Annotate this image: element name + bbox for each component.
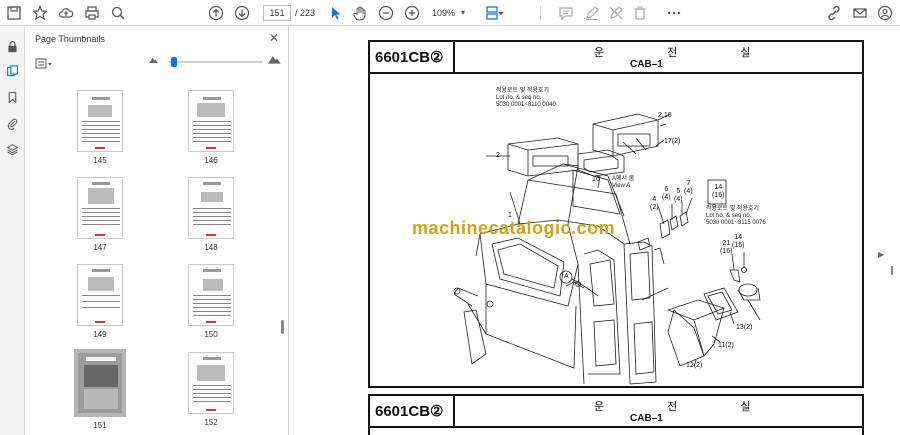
callout-2: 2 (496, 152, 500, 159)
thumbnail-label: 148 (204, 243, 218, 252)
pdf-viewer: 151 / 223 109% ▾ Page Thumbnails ✕ 145 1… (0, 0, 900, 435)
thumbnail-label: 149 (93, 330, 107, 339)
thumbnail-list: 145 146 147 148 149 150 151 152 (25, 88, 289, 435)
lock-icon[interactable] (4, 38, 21, 55)
callout-4-2: 4 (2) (650, 196, 659, 211)
callout-11-2: 11(2) (718, 342, 734, 349)
section-title-korean-next: 운 전 실 (594, 401, 781, 413)
more-options-icon[interactable] (664, 3, 684, 23)
callout-2-18: 2,18 (658, 112, 672, 119)
callout-a: A (564, 273, 569, 280)
document-scrollbar[interactable] (886, 26, 898, 435)
thumbnail-page[interactable]: 152 (188, 352, 236, 427)
page-thumbnails-panel: Page Thumbnails ✕ 145 146 147 148 149 15… (25, 26, 289, 435)
close-icon[interactable]: ✕ (269, 31, 279, 45)
callout-16: 16 (592, 176, 600, 183)
document-page: 6601CB② 운 전 실 CAB–1 적용로트 및 적용호기 Lot no. … (368, 40, 864, 435)
link-edit-icon[interactable] (824, 3, 844, 23)
collapse-panel-right-icon[interactable]: ▶ (878, 250, 884, 259)
delete-trash-icon[interactable] (630, 3, 650, 23)
callout-6-4: 6 (4) (662, 186, 671, 201)
thumbnail-page-selected[interactable]: 151 (74, 349, 126, 430)
thumbnail-page[interactable]: 147 (77, 177, 125, 252)
thumbnail-page[interactable]: 150 (188, 264, 236, 339)
thumbnail-page[interactable]: 146 (188, 90, 236, 165)
mountain-small-icon[interactable] (149, 56, 158, 65)
thumbnail-label: 145 (93, 156, 107, 165)
page-total-label: / 223 (295, 8, 316, 18)
lot-note-2: 적용로트 및 적용호기 Lot no. & seq no. 5030 0001~… (706, 206, 766, 226)
scrollbar-thumb[interactable] (891, 266, 893, 275)
attachments-paperclip-icon[interactable] (4, 115, 21, 132)
document-view: 6601CB② 운 전 실 CAB–1 적용로트 및 적용호기 Lot no. … (290, 26, 900, 435)
section-title-korean: 운 전 실 (594, 47, 781, 59)
thumbnail-size-slider[interactable] (169, 61, 263, 63)
lot-note-1: 적용로트 및 적용호기 Lot no. & seq no. 5030 0001~… (496, 88, 556, 108)
callout-5-4: 5 (4) (674, 188, 683, 203)
print-icon[interactable] (82, 3, 102, 23)
view-a-label: A에서 봄 View A (612, 176, 635, 189)
callout-17-2: 17(2) (664, 138, 681, 145)
zoom-level-dropdown[interactable]: 109% (432, 5, 474, 21)
thumbnail-scrollbar[interactable] (281, 88, 285, 418)
thumbnail-label: 150 (204, 330, 218, 339)
page-thumbnails-icon[interactable] (4, 63, 21, 80)
chevron-down-icon[interactable] (496, 3, 506, 23)
layers-icon[interactable] (4, 141, 21, 158)
thumbnail-page[interactable]: 145 (77, 90, 125, 165)
save-icon[interactable] (4, 3, 24, 23)
highlight-pen-icon[interactable] (582, 3, 602, 23)
part-code-next: 6601CB② (375, 403, 444, 420)
zoom-out-icon[interactable] (376, 3, 396, 23)
section-title-english-next: CAB–1 (630, 413, 663, 424)
panel-title: Page Thumbnails (35, 34, 105, 44)
toolbar-divider (540, 6, 541, 20)
thumbnail-page[interactable]: 148 (188, 177, 236, 252)
page-number-input[interactable]: 151 (263, 5, 291, 21)
thumbnail-options-icon[interactable] (35, 57, 53, 70)
left-navigation-rail (0, 26, 25, 435)
comment-icon[interactable] (556, 3, 576, 23)
chevron-down-icon[interactable]: ▾ (461, 5, 465, 21)
mountain-large-icon[interactable] (268, 54, 281, 66)
account-user-icon[interactable] (875, 3, 895, 23)
zoom-in-icon[interactable] (402, 3, 422, 23)
thumbnail-label: 146 (204, 156, 218, 165)
select-cursor-icon[interactable] (326, 3, 346, 23)
bookmarks-icon[interactable] (4, 89, 21, 106)
scrollbar-thumb[interactable] (281, 320, 284, 334)
callout-12-2: 12(2) (686, 362, 703, 369)
upload-cloud-icon[interactable] (56, 3, 76, 23)
erase-annotation-icon[interactable] (606, 3, 626, 23)
thumbnail-label: 152 (204, 418, 218, 427)
callout-13-2: 13(2) (736, 324, 753, 331)
previous-page-icon[interactable] (206, 3, 226, 23)
callout-21-16: 21 (16) (720, 240, 733, 255)
callout-14-16: 14 (16) (712, 184, 725, 199)
hand-tool-icon[interactable] (350, 3, 370, 23)
bookmark-star-icon[interactable] (30, 3, 50, 23)
thumbnail-page[interactable]: 149 (77, 264, 125, 339)
section-title-english: CAB–1 (630, 59, 663, 70)
email-icon[interactable] (850, 3, 870, 23)
watermark-text: machinecatalogic.com (412, 218, 616, 238)
find-search-icon[interactable] (108, 3, 128, 23)
callout-14-16b: 14 (16) (732, 234, 745, 249)
thumbnail-label: 151 (93, 421, 107, 430)
thumbnail-label: 147 (93, 243, 107, 252)
main-toolbar: 151 / 223 109% ▾ (0, 0, 900, 26)
callout-7-4: 7 (4) (684, 180, 693, 195)
part-code: 6601CB② (375, 49, 444, 66)
next-page-icon[interactable] (232, 3, 252, 23)
slider-handle[interactable] (171, 57, 177, 67)
